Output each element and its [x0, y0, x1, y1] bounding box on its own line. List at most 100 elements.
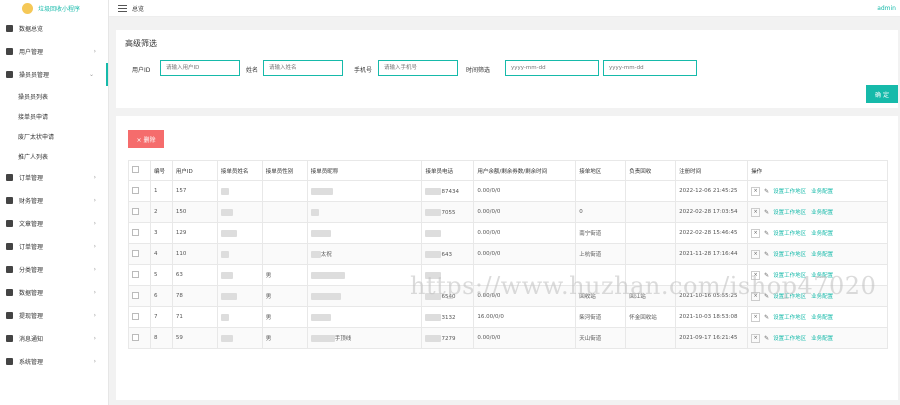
- sidebar-item[interactable]: 财务管理 ›: [0, 189, 108, 212]
- edit-icon[interactable]: ✎: [764, 251, 769, 258]
- order-icon: [6, 174, 13, 181]
- business-config-link[interactable]: 业务配置: [811, 252, 833, 258]
- set-work-region-link[interactable]: 设置工作地区: [773, 273, 806, 279]
- sidebar-subitem[interactable]: 推广人列表: [0, 146, 108, 166]
- sidebar-item[interactable]: 系统管理 ›: [0, 350, 108, 373]
- business-config-link[interactable]: 业务配置: [811, 210, 833, 216]
- set-work-region-link[interactable]: 设置工作地区: [773, 231, 806, 237]
- delete-button[interactable]: × 删除: [128, 130, 164, 148]
- sidebar-item[interactable]: 消息通知 ›: [0, 327, 108, 350]
- select-all-checkbox[interactable]: [132, 166, 139, 173]
- cell-uid: 63: [171, 264, 218, 286]
- delete-row-icon[interactable]: ×: [751, 333, 761, 343]
- sidebar-item[interactable]: 提现管理 ›: [0, 304, 108, 327]
- sidebar-item[interactable]: 文章管理 ›: [0, 212, 108, 235]
- cell-ops: × ✎ 设置工作地区 业务配置: [747, 264, 888, 286]
- sidebar-item[interactable]: 用户管理 ›: [0, 40, 108, 63]
- column-header: 操作: [747, 160, 888, 181]
- delete-row-icon[interactable]: ×: [751, 270, 761, 280]
- cell-name: [216, 222, 263, 244]
- delete-row-icon[interactable]: ×: [751, 249, 761, 259]
- cell-region: 天山街道: [575, 327, 627, 349]
- sidebar-item[interactable]: 操员员管理 ⌄: [0, 63, 108, 86]
- edit-icon[interactable]: ✎: [764, 314, 769, 321]
- set-work-region-link[interactable]: 设置工作地区: [773, 210, 806, 216]
- cell-ops: × ✎ 设置工作地区 业务配置: [747, 306, 888, 328]
- sidebar-item[interactable]: 订单管理 ›: [0, 166, 108, 189]
- menu-toggle-icon[interactable]: [118, 4, 127, 12]
- row-checkbox[interactable]: [132, 312, 139, 320]
- set-work-region-link[interactable]: 设置工作地区: [773, 315, 806, 321]
- phone-label: 手机号: [354, 67, 373, 74]
- delete-row-icon[interactable]: ×: [751, 312, 761, 322]
- app-logo[interactable]: 垃圾回收小程序: [0, 0, 108, 17]
- row-checkbox[interactable]: [132, 228, 139, 236]
- sidebar-item[interactable]: 数据总览: [0, 17, 108, 40]
- business-config-link[interactable]: 业务配置: [811, 189, 833, 195]
- cell-nickname: [306, 201, 423, 223]
- phone-input[interactable]: [378, 60, 458, 76]
- column-header: 用户ID: [171, 160, 218, 181]
- redacted-phone: [425, 271, 442, 279]
- set-work-region-link[interactable]: 设置工作地区: [773, 252, 806, 258]
- sidebar-subitem[interactable]: 接单员申请: [0, 106, 108, 126]
- delete-row-icon[interactable]: ×: [751, 186, 761, 196]
- chevron-right-icon: ›: [93, 312, 96, 319]
- business-config-link[interactable]: 业务配置: [811, 336, 833, 342]
- sidebar-subitem[interactable]: 操员员列表: [0, 86, 108, 106]
- filter-row: 用户ID 姓名 手机号 时间筛选: [116, 60, 898, 76]
- cell-region: [575, 180, 627, 202]
- chevron-right-icon: ›: [93, 197, 96, 204]
- edit-icon[interactable]: ✎: [764, 188, 769, 195]
- table-row: 2 150 7055 0.00/0/0 0 2022-02-28 17:03:54 × ✎ 设置…: [128, 201, 888, 223]
- cell-name: [216, 180, 263, 202]
- business-config-link[interactable]: 业务配置: [811, 294, 833, 300]
- cell-uid: 157: [171, 180, 218, 202]
- cell-recycle: [625, 201, 677, 223]
- edit-icon[interactable]: ✎: [764, 272, 769, 279]
- end-date-input[interactable]: [603, 60, 697, 76]
- set-work-region-link[interactable]: 设置工作地区: [773, 189, 806, 195]
- sidebar-subitem[interactable]: 废厂太状申请: [0, 126, 108, 146]
- sidebar-item[interactable]: 数据管理 ›: [0, 281, 108, 304]
- row-checkbox[interactable]: [132, 186, 139, 194]
- delete-row-icon[interactable]: ×: [751, 207, 761, 217]
- phone-text: 7279: [441, 335, 456, 342]
- sidebar-item-label: 数据总览: [19, 26, 44, 33]
- row-checkbox[interactable]: [132, 291, 139, 299]
- row-select-cell: [128, 306, 151, 328]
- column-header: 接单员姓名: [216, 160, 263, 181]
- confirm-button[interactable]: 确 定: [866, 85, 898, 103]
- filter-title: 高级筛选: [125, 39, 157, 48]
- sidebar-item-label: 消息通知: [19, 336, 44, 343]
- sidebar-item[interactable]: 订单管理 ›: [0, 235, 108, 258]
- cell-ops: × ✎ 设置工作地区 业务配置: [747, 285, 888, 307]
- name-input[interactable]: [263, 60, 343, 76]
- cell-gender: 男: [261, 306, 308, 328]
- business-config-link[interactable]: 业务配置: [811, 273, 833, 279]
- row-checkbox[interactable]: [132, 207, 139, 215]
- row-checkbox[interactable]: [132, 270, 139, 278]
- row-checkbox[interactable]: [132, 249, 139, 257]
- user-id-input[interactable]: [160, 60, 240, 76]
- edit-icon[interactable]: ✎: [764, 335, 769, 342]
- edit-icon[interactable]: ✎: [764, 293, 769, 300]
- row-checkbox[interactable]: [132, 333, 139, 341]
- set-work-region-link[interactable]: 设置工作地区: [773, 294, 806, 300]
- business-config-link[interactable]: 业务配置: [811, 231, 833, 237]
- cell-nickname: [306, 222, 423, 244]
- cell-gender: 男: [261, 285, 308, 307]
- column-header: 接单员昵称: [306, 160, 423, 181]
- sidebar-item[interactable]: 分类管理 ›: [0, 258, 108, 281]
- start-date-input[interactable]: [505, 60, 599, 76]
- cell-no: 7: [149, 306, 173, 328]
- set-work-region-link[interactable]: 设置工作地区: [773, 336, 806, 342]
- delete-row-icon[interactable]: ×: [751, 291, 761, 301]
- business-config-link[interactable]: 业务配置: [811, 315, 833, 321]
- cell-time: 2021-11-28 17:16:44: [675, 243, 749, 265]
- cell-ops: × ✎ 设置工作地区 业务配置: [747, 222, 888, 244]
- edit-icon[interactable]: ✎: [764, 230, 769, 237]
- user-menu[interactable]: admin: [877, 5, 896, 12]
- delete-row-icon[interactable]: ×: [751, 228, 761, 238]
- edit-icon[interactable]: ✎: [764, 209, 769, 216]
